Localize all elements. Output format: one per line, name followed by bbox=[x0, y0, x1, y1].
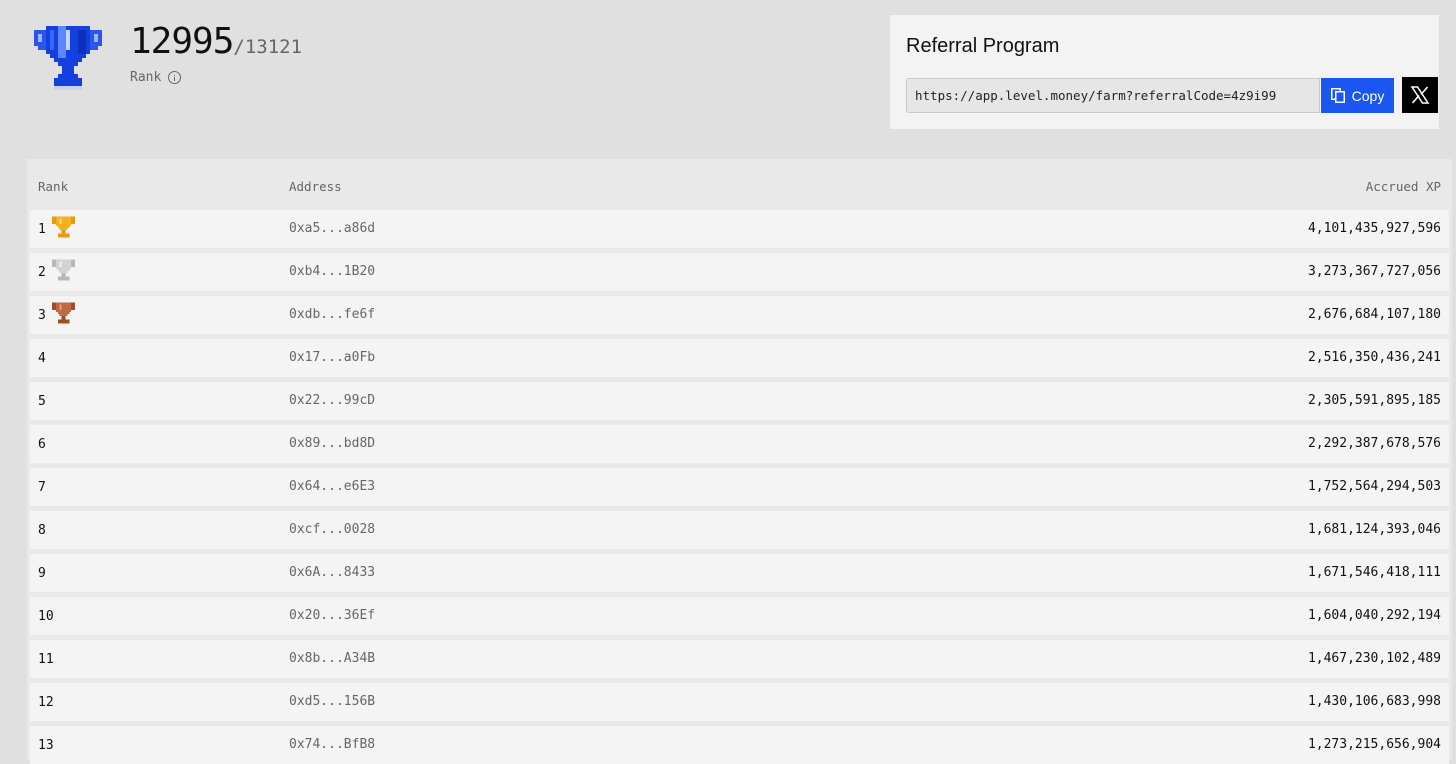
xp-cell: 2,516,350,436,241 bbox=[1307, 350, 1441, 365]
xp-cell: 3,273,367,727,056 bbox=[1307, 264, 1441, 279]
bronze-trophy-icon bbox=[51, 302, 75, 324]
referral-link-field[interactable] bbox=[906, 78, 1320, 113]
table-row[interactable]: 2 0xb4...1B20 3,273,367,727,056 bbox=[30, 253, 1449, 291]
rank-cell: 8 bbox=[38, 523, 46, 538]
address-cell[interactable]: 0x22...99cD bbox=[289, 393, 375, 408]
rank-cell: 9 bbox=[38, 566, 46, 581]
rank-label: Rank bbox=[130, 70, 162, 85]
table-row[interactable]: 10 0x20...36Ef 1,604,040,292,194 bbox=[30, 597, 1449, 635]
xp-cell: 1,681,124,393,046 bbox=[1307, 522, 1441, 537]
address-cell[interactable]: 0xdb...fe6f bbox=[289, 307, 375, 322]
address-cell[interactable]: 0x64...e6E3 bbox=[289, 479, 375, 494]
xp-cell: 2,305,591,895,185 bbox=[1307, 393, 1441, 408]
rank-cell: 12 bbox=[38, 695, 54, 710]
address-cell[interactable]: 0x74...BfB8 bbox=[289, 737, 375, 752]
table-row[interactable]: 13 0x74...BfB8 1,273,215,656,904 bbox=[30, 726, 1449, 764]
rank-cell: 1 bbox=[38, 222, 46, 237]
address-cell[interactable]: 0xd5...156B bbox=[289, 694, 375, 709]
rank-value: 12995 bbox=[130, 21, 234, 62]
rank-cell: 4 bbox=[38, 351, 46, 366]
rank-total: /13121 bbox=[233, 36, 303, 58]
address-cell[interactable]: 0xcf...0028 bbox=[289, 522, 375, 537]
table-row[interactable]: 12 0xd5...156B 1,430,106,683,998 bbox=[30, 683, 1449, 721]
info-icon[interactable] bbox=[168, 71, 182, 84]
table-row[interactable]: 5 0x22...99cD 2,305,591,895,185 bbox=[30, 382, 1449, 420]
rank-cell: 13 bbox=[38, 738, 54, 753]
address-cell[interactable]: 0x8b...A34B bbox=[289, 651, 375, 666]
header-area: 12995/13121 Rank Referral Program Copy bbox=[0, 0, 1456, 160]
rank-cell: 6 bbox=[38, 437, 46, 452]
table-row[interactable]: 9 0x6A...8433 1,671,546,418,111 bbox=[30, 554, 1449, 592]
gold-trophy-icon bbox=[51, 216, 75, 238]
x-logo-icon bbox=[1410, 86, 1430, 104]
rank-cell: 11 bbox=[38, 652, 54, 667]
table-row[interactable]: 3 0xdb...fe6f 2,676,684,107,180 bbox=[30, 296, 1449, 334]
rank-cell: 2 bbox=[38, 265, 46, 280]
copy-label: Copy bbox=[1351, 87, 1385, 104]
xp-cell: 1,467,230,102,489 bbox=[1307, 651, 1441, 666]
column-header-xp[interactable]: Accrued XP bbox=[1366, 179, 1441, 194]
xp-cell: 1,671,546,418,111 bbox=[1307, 565, 1441, 580]
xp-cell: 2,292,387,678,576 bbox=[1307, 436, 1441, 451]
referral-card: Referral Program Copy bbox=[890, 15, 1439, 129]
silver-trophy-icon bbox=[51, 259, 75, 281]
table-row[interactable]: 8 0xcf...0028 1,681,124,393,046 bbox=[30, 511, 1449, 549]
address-cell[interactable]: 0xb4...1B20 bbox=[289, 264, 375, 279]
rank-cell: 7 bbox=[38, 480, 46, 495]
table-row[interactable]: 1 0xa5...a86d 4,101,435,927,596 bbox=[30, 210, 1449, 248]
referral-title: Referral Program bbox=[906, 35, 1060, 57]
rank-cell: 10 bbox=[38, 609, 54, 624]
user-rank: 12995/13121 Rank bbox=[130, 21, 303, 86]
address-cell[interactable]: 0x17...a0Fb bbox=[289, 350, 375, 365]
xp-cell: 1,273,215,656,904 bbox=[1307, 737, 1441, 752]
rank-cell: 3 bbox=[38, 308, 46, 323]
address-cell[interactable]: 0x20...36Ef bbox=[289, 608, 375, 623]
xp-cell: 1,430,106,683,998 bbox=[1307, 694, 1441, 709]
xp-cell: 2,676,684,107,180 bbox=[1307, 307, 1441, 322]
table-row[interactable]: 6 0x89...bd8D 2,292,387,678,576 bbox=[30, 425, 1449, 463]
share-on-x-button[interactable] bbox=[1402, 77, 1438, 113]
rank-cell: 5 bbox=[38, 394, 46, 409]
xp-cell: 4,101,435,927,596 bbox=[1307, 221, 1441, 236]
leaderboard-table: Rank Address Accrued XP 1 0xa5...a86d 4,… bbox=[27, 159, 1452, 764]
column-header-address[interactable]: Address bbox=[289, 179, 342, 194]
xp-cell: 1,604,040,292,194 bbox=[1307, 608, 1441, 623]
address-cell[interactable]: 0x6A...8433 bbox=[289, 565, 375, 580]
column-header-rank[interactable]: Rank bbox=[38, 179, 68, 194]
table-row[interactable]: 7 0x64...e6E3 1,752,564,294,503 bbox=[30, 468, 1449, 506]
address-cell[interactable]: 0x89...bd8D bbox=[289, 436, 375, 451]
copy-button[interactable]: Copy bbox=[1321, 78, 1394, 113]
trophy-icon bbox=[34, 26, 102, 90]
address-cell[interactable]: 0xa5...a86d bbox=[289, 221, 375, 236]
table-row[interactable]: 11 0x8b...A34B 1,467,230,102,489 bbox=[30, 640, 1449, 678]
xp-cell: 1,752,564,294,503 bbox=[1307, 479, 1441, 494]
copy-icon bbox=[1330, 88, 1345, 103]
table-header: Rank Address Accrued XP bbox=[27, 159, 1452, 209]
table-row[interactable]: 4 0x17...a0Fb 2,516,350,436,241 bbox=[30, 339, 1449, 377]
